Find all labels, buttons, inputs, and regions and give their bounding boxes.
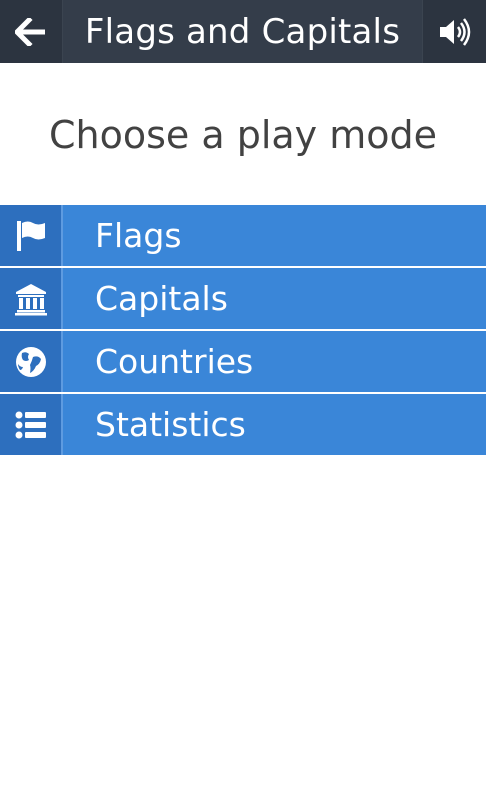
menu-item-label: Capitals [95, 279, 228, 318]
back-button[interactable] [0, 0, 63, 63]
menu-item-countries[interactable]: Countries [0, 331, 486, 392]
page-heading: Choose a play mode [48, 113, 438, 157]
menu-item-label-box: Countries [63, 331, 486, 392]
play-mode-menu: Flags Capitals Countries Statistics [0, 205, 486, 457]
menu-item-label: Statistics [95, 405, 246, 444]
menu-item-flags[interactable]: Flags [0, 205, 486, 266]
bank-building-icon [14, 282, 48, 316]
flag-icon [14, 219, 48, 253]
menu-item-statistics[interactable]: Statistics [0, 394, 486, 455]
globe-icon [14, 345, 48, 379]
menu-item-label: Countries [95, 342, 254, 381]
menu-item-label: Flags [95, 216, 182, 255]
menu-item-label-box: Statistics [63, 394, 486, 455]
top-bar: Flags and Capitals [0, 0, 486, 63]
list-icon [14, 408, 48, 442]
arrow-left-icon [15, 17, 47, 46]
menu-item-label-box: Flags [63, 205, 486, 266]
menu-item-icon-box [0, 268, 63, 329]
sound-toggle-button[interactable] [423, 0, 486, 63]
menu-item-icon-box [0, 394, 63, 455]
menu-item-capitals[interactable]: Capitals [0, 268, 486, 329]
title-area: Flags and Capitals [63, 0, 423, 63]
menu-item-icon-box [0, 205, 63, 266]
menu-item-label-box: Capitals [63, 268, 486, 329]
app-title: Flags and Capitals [84, 11, 401, 52]
menu-item-icon-box [0, 331, 63, 392]
speaker-volume-icon [438, 17, 472, 46]
